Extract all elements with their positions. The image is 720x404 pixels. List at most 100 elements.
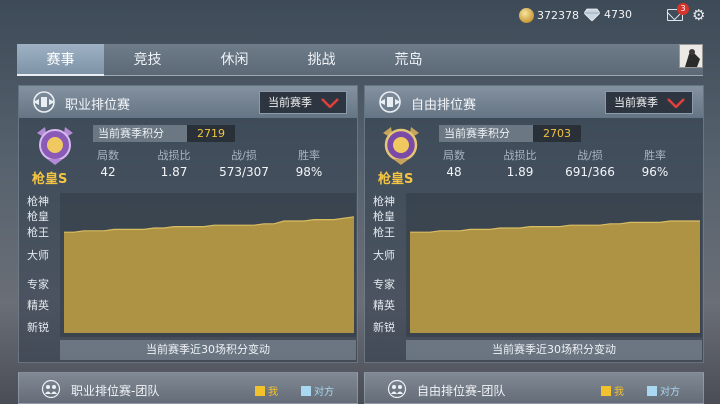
legend-opponent: 对方: [301, 383, 334, 398]
top-status-bar: 372378 4730 3 ⚙: [0, 0, 720, 34]
stat-win-rate: 胜率 98%: [289, 147, 329, 179]
legend-me: 我: [255, 383, 278, 398]
tier-label: 枪王: [373, 226, 395, 239]
score-label: 当前赛季积分: [439, 125, 533, 142]
legend-me: 我: [601, 383, 624, 398]
chart-caption: 当前赛季近30场积分变动: [406, 340, 702, 360]
stat-label: 局数: [97, 149, 119, 162]
season-dropdown-value: 当前赛季: [614, 96, 658, 109]
stat-matches: 局数 48: [439, 147, 469, 179]
team-icon: [387, 380, 407, 398]
panel-title: 自由排位赛: [411, 98, 477, 113]
pro-ranked-panel: 职业排位赛 当前赛季 枪皇S 当前赛季积分 2719 局数 42 战损比 1.8…: [18, 85, 358, 363]
stat-value: 98%: [295, 165, 323, 179]
legend-swatch-me: [601, 385, 611, 396]
tier-label: 枪神: [27, 195, 49, 208]
legend-swatch-me: [255, 385, 265, 396]
score-label: 当前赛季积分: [93, 125, 187, 142]
stat-kills-deaths: 战/损 573/307: [211, 147, 277, 179]
panel-title: 职业排位赛: [65, 98, 131, 113]
legend-label-me: 我: [268, 387, 278, 398]
rank-badge-icon: [37, 127, 73, 165]
gold-coin-icon: [519, 8, 534, 23]
stat-label: 胜率: [644, 149, 666, 162]
stat-label: 战损比: [157, 149, 191, 162]
tier-label: 枪神: [373, 195, 395, 208]
legend-swatch-opponent: [301, 385, 311, 396]
stat-label: 战/损: [577, 149, 603, 162]
gold-amount: 372378: [537, 9, 579, 22]
season-dropdown-value: 当前赛季: [268, 96, 312, 109]
mode-tabs: 赛事 竞技 休闲 挑战 荒岛: [17, 44, 703, 76]
stat-label: 战损比: [503, 149, 537, 162]
stat-value: 42: [100, 165, 116, 179]
diamond-icon: [584, 8, 600, 21]
legend-opponent: 对方: [647, 383, 680, 398]
rank-badge-icon: [383, 127, 419, 165]
score-trend-chart: [60, 193, 356, 337]
season-dropdown[interactable]: 当前赛季: [605, 91, 693, 114]
tier-label: 枪王: [27, 226, 49, 239]
stat-label: 战/损: [231, 149, 257, 162]
avatar[interactable]: [679, 44, 703, 68]
stat-value: 573/307: [219, 165, 269, 179]
free-ranked-panel: 自由排位赛 当前赛季 枪皇S 当前赛季积分 2703 局数 48 战损比 1.8…: [364, 85, 704, 363]
tab-challenge[interactable]: 挑战: [278, 44, 365, 75]
rank-emblem-icon: [379, 91, 401, 113]
stat-label: 胜率: [298, 149, 320, 162]
panel-header: 职业排位赛 当前赛季: [19, 86, 357, 118]
pro-team-row[interactable]: 职业排位赛-团队 我 对方: [18, 372, 358, 404]
tier-label: 精英: [27, 299, 49, 312]
score-value: 2703: [533, 125, 581, 142]
score-area-plot: [410, 220, 700, 333]
score-area-plot: [64, 216, 355, 333]
free-team-row[interactable]: 自由排位赛-团队 我 对方: [364, 372, 704, 404]
chevron-down-icon: [321, 98, 339, 108]
legend-swatch-opponent: [647, 385, 657, 396]
score-trend-chart: [406, 193, 702, 337]
panel-header: 自由排位赛 当前赛季: [365, 86, 703, 118]
stat-label: 局数: [443, 149, 465, 162]
gold-currency: 372378: [519, 8, 579, 23]
score-value: 2719: [187, 125, 235, 142]
stat-kd-ratio: 战损比 1.87: [149, 147, 199, 179]
legend-label-opponent: 对方: [314, 387, 334, 398]
rank-name: 枪皇S: [32, 172, 68, 187]
stat-value: 1.87: [160, 165, 188, 179]
tab-competitive[interactable]: 竞技: [104, 44, 191, 75]
avatar-figure-icon: [685, 49, 700, 67]
tab-events[interactable]: 赛事: [17, 44, 104, 76]
diamond-currency: 4730: [584, 8, 632, 21]
stat-value: 96%: [641, 165, 669, 179]
tier-label: 大师: [27, 249, 49, 262]
chart-caption: 当前赛季近30场积分变动: [60, 340, 356, 360]
chevron-down-icon: [667, 98, 685, 108]
tier-label: 专家: [373, 278, 395, 291]
tier-label: 枪皇: [27, 210, 49, 223]
tier-label: 新锐: [373, 321, 395, 334]
season-dropdown[interactable]: 当前赛季: [259, 91, 347, 114]
tier-label: 专家: [27, 278, 49, 291]
team-icon: [41, 380, 61, 398]
rank-name: 枪皇S: [378, 172, 414, 187]
tier-label: 精英: [373, 299, 395, 312]
tier-label: 枪皇: [373, 210, 395, 223]
legend-label-me: 我: [614, 387, 624, 398]
tab-island[interactable]: 荒岛: [365, 44, 452, 75]
tier-label: 大师: [373, 249, 395, 262]
stat-value: 691/366: [565, 165, 615, 179]
stat-value: 48: [446, 165, 462, 179]
stat-kd-ratio: 战损比 1.89: [495, 147, 545, 179]
stat-matches: 局数 42: [93, 147, 123, 179]
gear-icon[interactable]: ⚙: [692, 8, 705, 23]
score-area-series: [64, 216, 354, 333]
tab-casual[interactable]: 休闲: [191, 44, 278, 75]
mail-badge: 3: [677, 3, 689, 15]
legend-label-opponent: 对方: [660, 387, 680, 398]
stat-value: 1.89: [506, 165, 534, 179]
team-title: 自由排位赛-团队: [417, 384, 506, 398]
stat-win-rate: 胜率 96%: [635, 147, 675, 179]
team-title: 职业排位赛-团队: [71, 384, 160, 398]
rank-emblem-icon: [33, 91, 55, 113]
diamond-amount: 4730: [604, 8, 632, 21]
